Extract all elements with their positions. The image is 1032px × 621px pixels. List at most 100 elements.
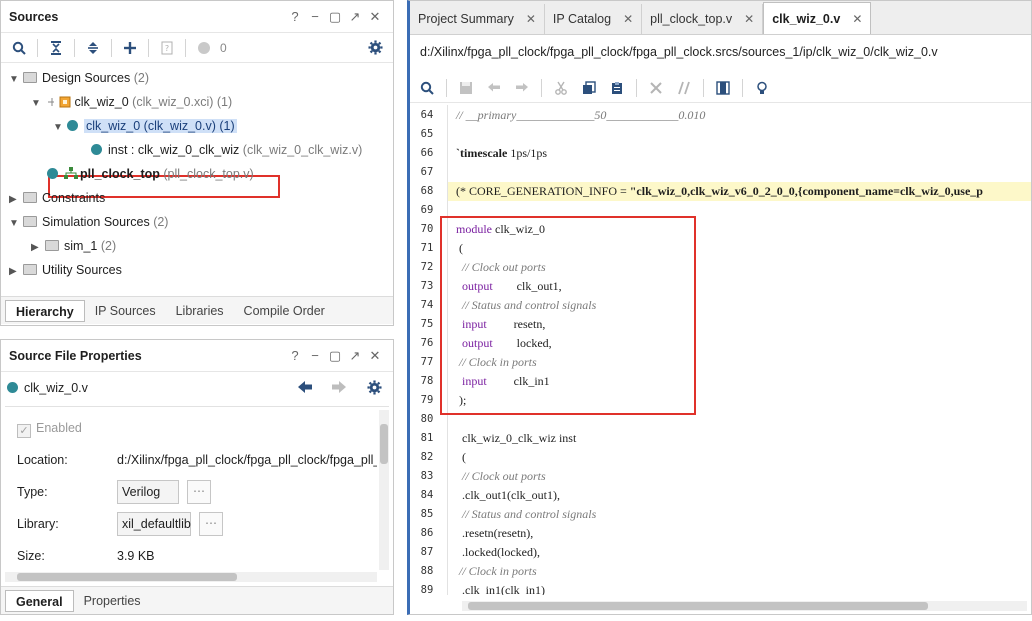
toolbar-separator xyxy=(111,38,112,57)
tab-hierarchy[interactable]: Hierarchy xyxy=(5,299,85,322)
checkbox-checked-icon: ✓ xyxy=(17,424,31,438)
minimize-icon[interactable]: − xyxy=(305,348,325,363)
help-icon[interactable]: ? xyxy=(285,348,305,363)
scrollbar-thumb[interactable] xyxy=(380,424,388,464)
tab-pll-clock-top[interactable]: pll_clock_top.v ✕ xyxy=(642,4,764,34)
tree-item-pll-clock-top[interactable]: pll_clock_top (pll_clock_top.v) xyxy=(47,162,254,186)
ip-core-icon xyxy=(48,92,74,116)
tree-item-utility-sources[interactable]: ▶ Utility Sources xyxy=(9,258,122,282)
tree-item-clk-wiz-v[interactable]: ▼ clk_wiz_0 (clk_wiz_0.v) (1) xyxy=(53,114,237,138)
tab-label: pll_clock_top.v xyxy=(650,12,733,26)
tab-label: Project Summary xyxy=(418,12,514,26)
scrollbar-thumb[interactable] xyxy=(468,602,928,610)
close-icon[interactable]: ✕ xyxy=(365,9,385,25)
chevron-down-icon[interactable]: ▼ xyxy=(9,68,23,92)
tree-item-label: Simulation Sources xyxy=(42,215,150,229)
gear-icon[interactable] xyxy=(367,380,382,398)
toolbar-separator xyxy=(541,78,542,97)
close-icon[interactable]: ✕ xyxy=(744,5,754,33)
chevron-right-icon[interactable]: ▶ xyxy=(31,236,45,260)
maximize-icon[interactable]: ▢ xyxy=(325,348,345,364)
tree-item-simulation-sources[interactable]: ▼ Simulation Sources (2) xyxy=(9,210,168,234)
tree-item-clk-wiz-xci[interactable]: ▼ clk_wiz_0 (clk_wiz_0.xci) (1) xyxy=(31,90,232,114)
search-icon[interactable] xyxy=(7,37,31,59)
status-dot-icon xyxy=(192,37,216,59)
cut-icon[interactable] xyxy=(550,77,572,99)
line-number: 67 xyxy=(420,166,434,178)
sources-tab-strip: Hierarchy IP Sources Libraries Compile O… xyxy=(1,296,393,324)
tab-clk-wiz-v[interactable]: clk_wiz_0.v ✕ xyxy=(763,2,872,34)
tab-project-summary[interactable]: Project Summary ✕ xyxy=(410,4,545,34)
redo-icon[interactable] xyxy=(511,77,533,99)
toolbar-separator xyxy=(37,38,38,57)
line-number: 64 xyxy=(420,109,434,121)
delete-icon[interactable] xyxy=(645,77,667,99)
gear-icon[interactable] xyxy=(363,37,387,59)
chevron-right-icon[interactable]: ▶ xyxy=(9,260,23,284)
minimize-icon[interactable]: − xyxy=(305,9,325,24)
back-arrow-icon[interactable] xyxy=(297,380,313,397)
type-browse-button[interactable]: ⋯ xyxy=(187,480,211,504)
verilog-module-icon xyxy=(91,144,102,155)
tree-item-constraints[interactable]: ▶ Constraints xyxy=(9,186,105,210)
line-number: 65 xyxy=(420,128,434,140)
verilog-module-icon xyxy=(7,382,18,393)
tab-ip-sources[interactable]: IP Sources xyxy=(85,300,166,322)
properties-file-row: clk_wiz_0.v xyxy=(7,378,88,398)
undo-icon[interactable] xyxy=(483,77,505,99)
save-icon[interactable] xyxy=(455,77,477,99)
line-number: 74 xyxy=(420,299,434,311)
float-icon[interactable]: ↗ xyxy=(345,9,365,25)
editor-panel: Project Summary ✕ IP Catalog ✕ pll_clock_t… xyxy=(407,0,1032,615)
editor-horizontal-scrollbar[interactable] xyxy=(462,601,1027,611)
properties-horizontal-scrollbar[interactable] xyxy=(5,572,377,582)
enabled-checkbox[interactable]: ✓ Enabled xyxy=(17,416,82,440)
code-line: .locked(locked), xyxy=(456,545,540,559)
sources-header: Sources ? − ▢ ↗ ✕ xyxy=(1,1,393,33)
library-label: Library: xyxy=(17,517,59,531)
close-icon[interactable]: ✕ xyxy=(526,5,536,33)
tree-item-label-selected: clk_wiz_0 (clk_wiz_0.v) (1) xyxy=(84,119,237,133)
toolbar-separator xyxy=(703,78,704,97)
copy-icon[interactable] xyxy=(578,77,600,99)
unknown-file-icon[interactable]: ? xyxy=(155,37,179,59)
tree-item-label: inst : clk_wiz_0_clk_wiz xyxy=(108,143,240,157)
lightbulb-icon[interactable] xyxy=(751,77,773,99)
tree-item-inst[interactable]: inst : clk_wiz_0_clk_wiz (clk_wiz_0_clk_… xyxy=(91,138,362,162)
scrollbar-thumb[interactable] xyxy=(17,573,237,581)
line-number: 76 xyxy=(420,337,434,349)
chevron-down-icon[interactable]: ▼ xyxy=(9,212,23,236)
tab-general[interactable]: General xyxy=(5,589,74,612)
chevron-right-icon[interactable]: ▶ xyxy=(9,188,23,212)
properties-tab-strip: General Properties xyxy=(1,586,393,614)
paste-icon[interactable] xyxy=(606,77,628,99)
tree-item-label: Constraints xyxy=(42,191,106,205)
float-icon[interactable]: ↗ xyxy=(345,348,365,364)
comment-toggle-icon[interactable] xyxy=(673,77,695,99)
column-select-icon[interactable] xyxy=(712,77,734,99)
forward-arrow-icon[interactable] xyxy=(331,380,347,397)
add-sources-icon[interactable] xyxy=(118,37,142,59)
chevron-down-icon[interactable]: ▼ xyxy=(31,92,45,116)
expand-all-icon[interactable] xyxy=(81,37,105,59)
chevron-down-icon[interactable]: ▼ xyxy=(53,116,67,140)
help-icon[interactable]: ? xyxy=(285,9,305,24)
line-number: 66 xyxy=(420,147,434,159)
close-icon[interactable]: ✕ xyxy=(365,348,385,364)
maximize-icon[interactable]: ▢ xyxy=(325,9,345,25)
tree-item-design-sources[interactable]: ▼ Design Sources (2) xyxy=(9,66,149,90)
toolbar-separator xyxy=(446,78,447,97)
tab-libraries[interactable]: Libraries xyxy=(166,300,234,322)
tab-properties[interactable]: Properties xyxy=(74,590,151,612)
properties-vertical-scrollbar[interactable] xyxy=(379,410,389,570)
search-icon[interactable] xyxy=(416,77,438,99)
tree-item-sim-1[interactable]: ▶ sim_1 (2) xyxy=(31,234,116,258)
folder-icon xyxy=(23,72,37,83)
close-icon[interactable]: ✕ xyxy=(623,5,633,33)
tab-ip-catalog[interactable]: IP Catalog ✕ xyxy=(545,4,643,34)
library-browse-button[interactable]: ⋯ xyxy=(199,512,223,536)
tab-compile-order[interactable]: Compile Order xyxy=(234,300,335,322)
close-icon[interactable]: ✕ xyxy=(852,5,862,33)
verilog-module-icon xyxy=(67,120,78,131)
collapse-all-icon[interactable] xyxy=(44,37,68,59)
